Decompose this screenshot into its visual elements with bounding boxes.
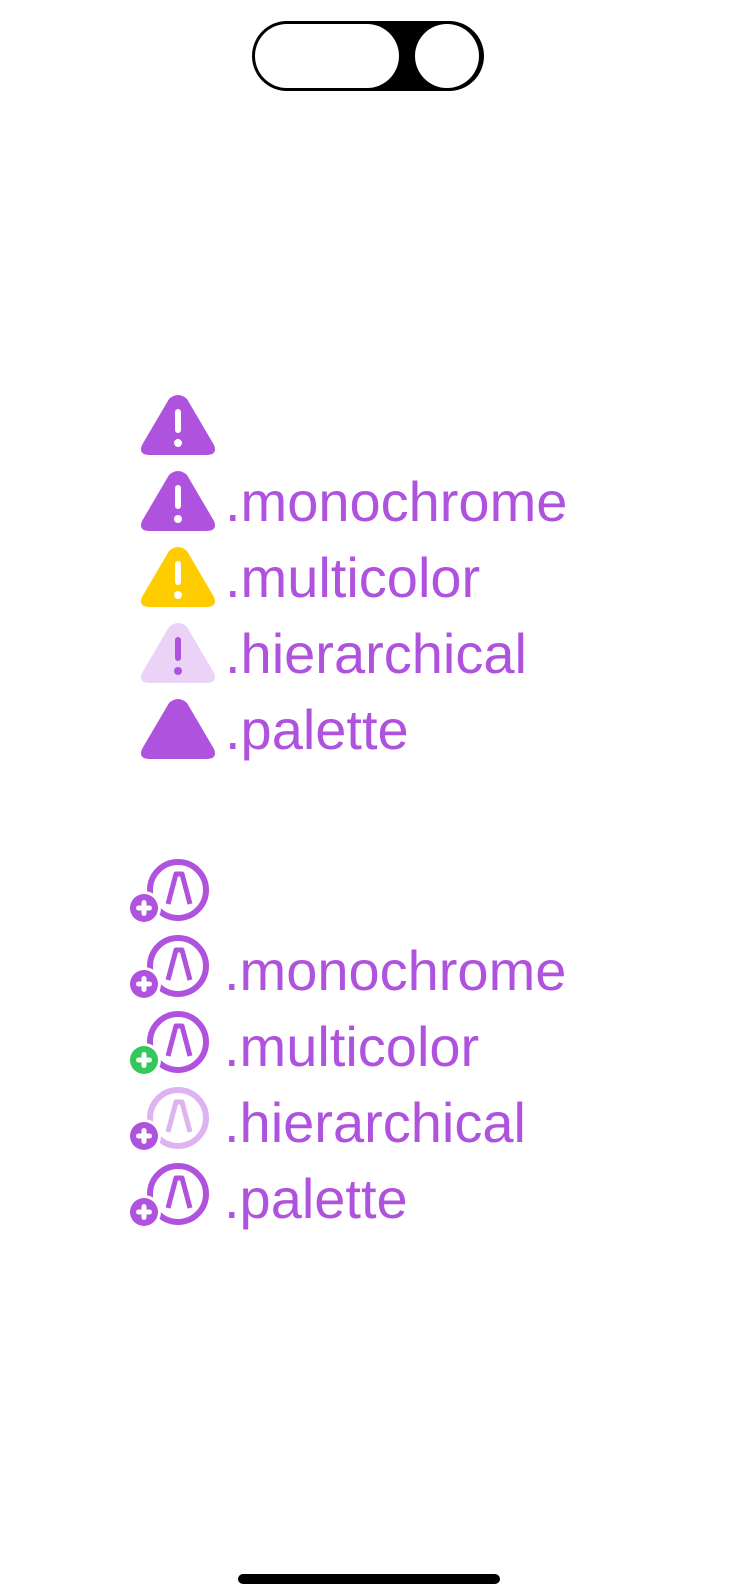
symbol-row-label: .palette [225,698,409,761]
symbol-row-label: .multicolor [224,1015,480,1078]
symbol-row-label: .monochrome [224,939,567,1002]
symbol-row-label: .monochrome [225,470,568,533]
symbol-row-hierarchical: .hierarchical [0,621,736,697]
symbol-row-label: .multicolor [225,546,481,609]
symbol-row-multicolor: .multicolor [0,1011,736,1090]
exclamationmark-triangle-icon [141,623,215,683]
person-crop-circle-badge-plus-icon [128,1011,209,1077]
person-crop-circle-badge-plus-icon [128,859,209,925]
exclamationmark-triangle-icon [141,471,215,531]
home-indicator[interactable] [238,1574,500,1584]
symbol-row-default [0,393,736,469]
account-symbol-list: .monochrome .multicolor .hierarchical .p… [0,859,736,1242]
symbol-row-palette: .palette [0,1163,736,1242]
symbol-row-label: .hierarchical [225,622,527,685]
dynamic-island [252,21,484,91]
symbol-row-palette: .palette [0,697,736,773]
symbol-row-label: .hierarchical [224,1091,526,1154]
symbol-row-multicolor: .multicolor [0,545,736,621]
warning-symbol-list: .monochrome .multicolor .hierarchical .p… [0,393,736,773]
exclamationmark-triangle-icon [141,699,215,759]
symbol-row-monochrome: .monochrome [0,935,736,1014]
exclamationmark-triangle-icon [141,395,215,455]
screen: .monochrome .multicolor .hierarchical .p… [0,0,736,1596]
person-crop-circle-badge-plus-icon [128,1163,209,1229]
exclamationmark-triangle-icon [141,547,215,607]
person-crop-circle-badge-plus-icon [128,1087,209,1153]
symbol-row-label: .palette [224,1167,408,1230]
symbol-row-monochrome: .monochrome [0,469,736,545]
symbol-row-default [0,859,736,938]
symbol-row-hierarchical: .hierarchical [0,1087,736,1166]
person-crop-circle-badge-plus-icon [128,935,209,1001]
